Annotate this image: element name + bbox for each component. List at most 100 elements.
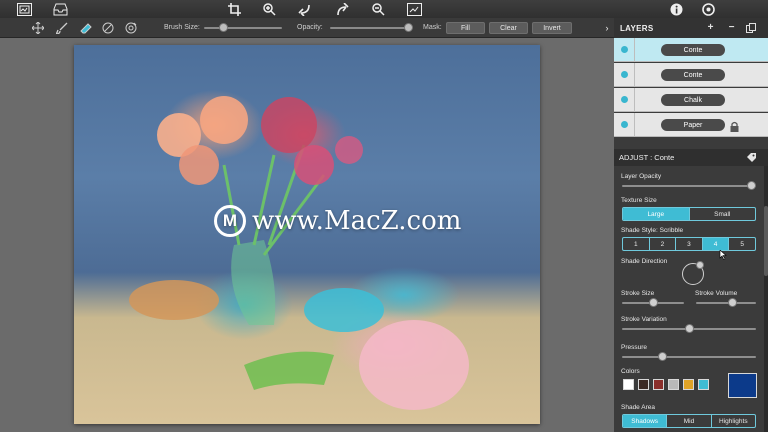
layer-row[interactable]: Conte	[614, 38, 768, 62]
add-layer-button[interactable]: +	[705, 22, 716, 33]
preset-icon[interactable]	[746, 152, 757, 165]
opacity-slider[interactable]	[330, 27, 410, 29]
shade-area-mid-button[interactable]: Mid	[667, 415, 712, 427]
texture-size-label: Texture Size	[621, 197, 657, 204]
opacity-slider-knob[interactable]	[403, 23, 413, 32]
layer-name: Chalk	[661, 94, 725, 106]
layers-title: LAYERS	[620, 24, 654, 33]
texture-size-small-button[interactable]: Small	[690, 208, 756, 220]
stroke-variation-knob[interactable]	[684, 324, 694, 333]
shade-area-label: Shade Area	[621, 404, 655, 411]
settings-icon[interactable]	[700, 1, 716, 17]
inbox-tray-icon[interactable]	[52, 1, 68, 17]
layer-name: Conte	[661, 44, 725, 56]
brush-size-slider-knob[interactable]	[219, 23, 228, 32]
lock-icon[interactable]	[730, 119, 740, 132]
stroke-volume-slider[interactable]	[696, 302, 756, 304]
color-swatch[interactable]	[683, 379, 694, 390]
divider	[634, 63, 635, 87]
mask-invert-button[interactable]: Invert	[532, 22, 572, 34]
stroke-size-knob[interactable]	[648, 298, 658, 307]
brush-tool-icon[interactable]	[55, 21, 69, 35]
watermark-text: www.MacZ.com	[252, 206, 462, 236]
zoom-in-icon[interactable]	[261, 1, 277, 17]
shade-direction-label: Shade Direction	[621, 258, 668, 265]
layer-visibility-icon[interactable]	[621, 121, 628, 128]
layer-row[interactable]: Conte	[614, 63, 768, 87]
mouse-cursor-icon	[719, 247, 727, 265]
layer-visibility-icon[interactable]	[621, 96, 628, 103]
layer-row[interactable]: Paper	[614, 113, 768, 137]
colors-label: Colors	[621, 368, 640, 375]
layers-view-icon[interactable]	[16, 1, 32, 17]
mask-fill-button[interactable]: Fill	[446, 22, 485, 34]
info-icon[interactable]	[668, 1, 684, 17]
shade-area-highlights-button[interactable]: Highlights	[712, 415, 755, 427]
divider	[634, 38, 635, 62]
right-panel: LAYERS + − Conte Conte Chalk Paper ADJUS…	[614, 18, 768, 432]
top-toolbar	[0, 0, 768, 18]
color-swatch[interactable]	[653, 379, 664, 390]
mask-clear-button[interactable]: Clear	[489, 22, 528, 34]
color-swatches	[623, 379, 723, 392]
shade-style-option[interactable]: 1	[623, 238, 650, 250]
divider	[634, 88, 635, 112]
opacity-label: Opacity:	[297, 24, 323, 31]
layer-opacity-knob[interactable]	[747, 181, 757, 190]
shade-style-option[interactable]: 5	[729, 238, 755, 250]
texture-size-large-button[interactable]: Large	[623, 208, 690, 220]
shade-style-option[interactable]: 3	[676, 238, 703, 250]
canvas-workspace: M www.MacZ.com	[0, 38, 614, 432]
shade-area-segmented: Shadows Mid Highlights	[622, 414, 756, 428]
watermark-logo: M	[214, 205, 246, 237]
crop-icon[interactable]	[226, 1, 242, 17]
pressure-knob[interactable]	[657, 352, 667, 361]
stroke-size-label: Stroke Size	[621, 290, 655, 297]
shade-style-label: Shade Style: Scribble	[621, 227, 684, 234]
layer-row[interactable]: Chalk	[614, 88, 768, 112]
adjust-scrollbar[interactable]	[764, 166, 768, 432]
layer-name: Paper	[661, 119, 725, 131]
divider	[634, 113, 635, 137]
stroke-volume-knob[interactable]	[727, 298, 737, 307]
layers-header: LAYERS + −	[614, 18, 768, 38]
color-swatch[interactable]	[698, 379, 709, 390]
current-color-well[interactable]	[728, 373, 757, 398]
artwork-canvas[interactable]: M www.MacZ.com	[74, 45, 540, 424]
shade-direction-knob[interactable]	[696, 261, 704, 269]
undo-icon[interactable]	[296, 1, 312, 17]
layer-name: Conte	[661, 69, 725, 81]
layer-opacity-slider[interactable]	[622, 185, 756, 187]
shade-style-segmented: 1 2 3 4 5	[622, 237, 756, 251]
zoom-out-icon[interactable]	[370, 1, 386, 17]
layer-opacity-label: Layer Opacity	[621, 173, 662, 180]
color-swatch[interactable]	[623, 379, 634, 390]
pressure-slider[interactable]	[622, 356, 756, 358]
layer-visibility-icon[interactable]	[621, 46, 628, 53]
remove-layer-button[interactable]: −	[726, 22, 737, 33]
scrollbar-thumb[interactable]	[764, 206, 768, 276]
brush-size-slider[interactable]	[204, 27, 282, 29]
chevron-right-icon[interactable]: ›	[600, 21, 614, 35]
app-window: Brush Size: Opacity: Mask: Fill Clear In…	[0, 0, 768, 432]
stroke-variation-label: Stroke Variation	[621, 316, 667, 323]
brush-size-label: Brush Size:	[164, 24, 200, 31]
texture-size-segmented: Large Small	[622, 207, 756, 221]
target-tool-icon[interactable]	[124, 21, 138, 35]
color-swatch[interactable]	[638, 379, 649, 390]
color-swatch[interactable]	[668, 379, 679, 390]
mask-label: Mask:	[423, 24, 442, 31]
shade-direction-dial[interactable]	[682, 261, 704, 285]
redo-icon[interactable]	[334, 1, 350, 17]
pressure-label: Pressure	[621, 344, 648, 351]
options-bar: Brush Size: Opacity: Mask: Fill Clear In…	[0, 18, 614, 38]
shade-area-shadows-button[interactable]: Shadows	[623, 415, 668, 427]
layer-visibility-icon[interactable]	[621, 71, 628, 78]
adjust-controls: Layer Opacity Texture Size Large Small S…	[614, 166, 764, 432]
shade-style-option[interactable]: 2	[650, 238, 677, 250]
move-tool-icon[interactable]	[31, 21, 45, 35]
pick-tool-icon[interactable]	[101, 21, 115, 35]
fit-screen-icon[interactable]	[406, 1, 422, 17]
eraser-tool-icon[interactable]	[79, 21, 93, 35]
duplicate-layer-icon[interactable]	[745, 22, 756, 33]
